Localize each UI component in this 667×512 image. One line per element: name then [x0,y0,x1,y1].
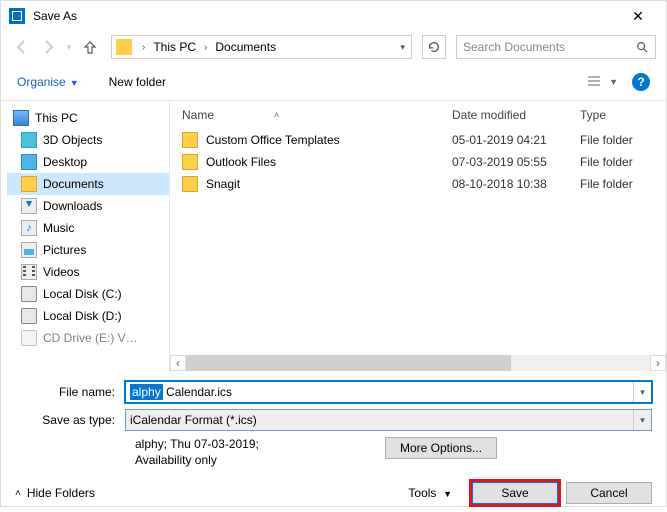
sidebar-cd-drive[interactable]: CD Drive (E:) V… [7,327,169,349]
toolbar: Organise▼ New folder ▼ ? [1,63,666,101]
folder-icon [116,39,132,55]
horizontal-scrollbar[interactable]: ‹ › [170,355,666,371]
sidebar-desktop[interactable]: Desktop [7,151,169,173]
view-options-button[interactable]: ▼ [587,75,618,89]
scroll-left-icon[interactable]: ‹ [170,355,186,371]
column-headers: Name˄ Date modified Type [170,101,666,129]
dropdown-icon: ▼ [443,489,452,499]
column-type[interactable]: Type [580,108,666,122]
scroll-track[interactable] [186,355,650,371]
bottom-panel: File name: alphy Calendar.ics ▾ Save as … [1,371,666,512]
sidebar-this-pc[interactable]: This PC [7,107,169,129]
body: This PC 3D Objects Desktop Documents Dow… [1,101,666,371]
savetype-dropdown[interactable]: iCalendar Format (*.ics) ▾ [125,409,652,431]
sidebar-videos[interactable]: Videos [7,261,169,283]
search-icon [635,40,649,54]
column-name[interactable]: Name˄ [182,108,452,122]
savetype-label: Save as type: [15,413,125,427]
cube-icon [21,132,37,148]
sidebar: This PC 3D Objects Desktop Documents Dow… [1,101,169,371]
outlook-app-icon [9,8,25,24]
cancel-button[interactable]: Cancel [566,482,652,504]
window-title: Save As [33,9,77,23]
file-list-pane: Name˄ Date modified Type Custom Office T… [169,101,666,371]
nav-forward-icon[interactable] [37,36,59,58]
breadcrumb-this-pc[interactable]: This PC [151,40,198,54]
file-rows: Custom Office Templates 05-01-2019 04:21… [170,129,666,195]
sidebar-local-disk-c[interactable]: Local Disk (C:) [7,283,169,305]
hide-folders-button[interactable]: ˄ Hide Folders [15,486,95,500]
disk-icon [21,308,37,324]
sidebar-music[interactable]: ♪Music [7,217,169,239]
close-icon[interactable]: ✕ [618,8,658,25]
nav-row: ▾ › This PC › Documents ▾ Search Documen… [1,31,666,63]
file-row[interactable]: Custom Office Templates 05-01-2019 04:21… [182,129,666,151]
new-folder-button[interactable]: New folder [109,75,166,89]
search-input[interactable]: Search Documents [456,35,656,59]
breadcrumb-documents[interactable]: Documents [213,40,278,54]
folder-icon [182,176,198,192]
save-button[interactable]: Save [472,482,558,504]
filename-label: File name: [15,385,125,399]
desktop-icon [21,154,37,170]
file-row[interactable]: Outlook Files 07-03-2019 05:55 File fold… [182,151,666,173]
disk-icon [21,286,37,302]
refresh-button[interactable] [422,35,446,59]
titlebar: Save As ✕ [1,1,666,31]
nav-up-icon[interactable] [79,36,101,58]
dropdown-icon[interactable]: ▾ [633,382,651,402]
chevron-right-icon[interactable]: › [198,42,213,53]
pictures-icon [21,242,37,258]
folder-icon [21,176,37,192]
music-icon: ♪ [21,220,37,236]
sidebar-3d-objects[interactable]: 3D Objects [7,129,169,151]
sidebar-downloads[interactable]: Downloads [7,195,169,217]
cd-icon [21,330,37,346]
tools-menu[interactable]: Tools ▼ [408,486,452,500]
folder-icon [182,132,198,148]
column-date[interactable]: Date modified [452,108,580,122]
scroll-right-icon[interactable]: › [650,355,666,371]
sort-asc-icon: ˄ [274,110,279,120]
help-button[interactable]: ? [632,73,650,91]
chevron-up-icon: ˄ [15,488,21,499]
file-row[interactable]: Snagit 08-10-2018 10:38 File folder [182,173,666,195]
nav-back-icon[interactable] [11,36,33,58]
filename-input[interactable]: alphy Calendar.ics ▾ [125,381,652,403]
sidebar-documents[interactable]: Documents [7,173,169,195]
sidebar-pictures[interactable]: Pictures [7,239,169,261]
nav-recent-dropdown-icon[interactable]: ▾ [63,36,75,58]
folder-icon [182,154,198,170]
chevron-right-icon[interactable]: › [136,42,151,53]
monitor-icon [13,110,29,126]
search-placeholder: Search Documents [463,40,565,54]
dropdown-icon: ▼ [70,78,79,88]
dropdown-icon[interactable]: ▾ [633,410,651,430]
calendar-meta-text: alphy; Thu 07-03-2019; Availability only [135,437,385,468]
address-bar[interactable]: › This PC › Documents ▾ [111,35,412,59]
more-options-button[interactable]: More Options... [385,437,497,459]
address-dropdown-icon[interactable]: ▾ [400,42,407,53]
organise-menu[interactable]: Organise▼ [17,75,79,89]
dropdown-icon: ▼ [609,77,618,87]
download-icon [21,198,37,214]
videos-icon [21,264,37,280]
sidebar-local-disk-d[interactable]: Local Disk (D:) [7,305,169,327]
scroll-thumb[interactable] [186,355,511,371]
